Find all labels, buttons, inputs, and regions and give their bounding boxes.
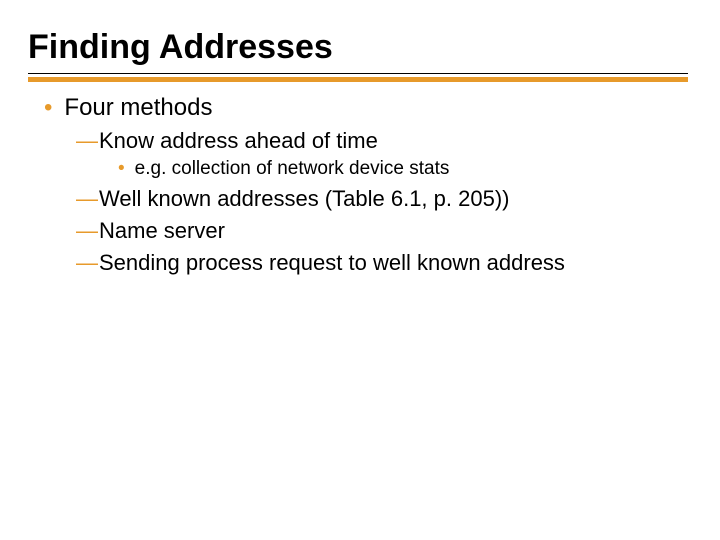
title-underline <box>32 73 688 82</box>
dash-icon: — <box>76 218 98 244</box>
rule-thick <box>28 77 688 82</box>
bullet-text: Know address ahead of time <box>99 128 378 154</box>
bullet-text: Name server <box>99 218 225 244</box>
slide: Finding Addresses • Four methods — Know … <box>0 0 720 540</box>
bullet-icon: • <box>44 96 52 120</box>
bullet-level1: • Four methods <box>38 94 688 122</box>
bullet-level2: — Name server <box>76 218 688 244</box>
bullet-text: Four methods <box>64 94 212 122</box>
bullet-level2: — Sending process request to well known … <box>76 250 688 276</box>
dash-icon: — <box>76 128 98 154</box>
bullet-level2: — Know address ahead of time <box>76 128 688 154</box>
dash-icon: — <box>76 186 98 212</box>
slide-title: Finding Addresses <box>28 28 688 71</box>
bullet-icon: • <box>118 158 125 180</box>
bullet-level2: — Well known addresses (Table 6.1, p. 20… <box>76 186 688 212</box>
bullet-text: Sending process request to well known ad… <box>99 250 565 276</box>
bullet-text: e.g. collection of network device stats <box>135 158 450 180</box>
bullet-text: Well known addresses (Table 6.1, p. 205)… <box>99 186 509 212</box>
bullet-level3: • e.g. collection of network device stat… <box>118 158 688 180</box>
rule-thin <box>28 73 688 74</box>
slide-content: • Four methods — Know address ahead of t… <box>32 92 688 276</box>
dash-icon: — <box>76 250 98 276</box>
